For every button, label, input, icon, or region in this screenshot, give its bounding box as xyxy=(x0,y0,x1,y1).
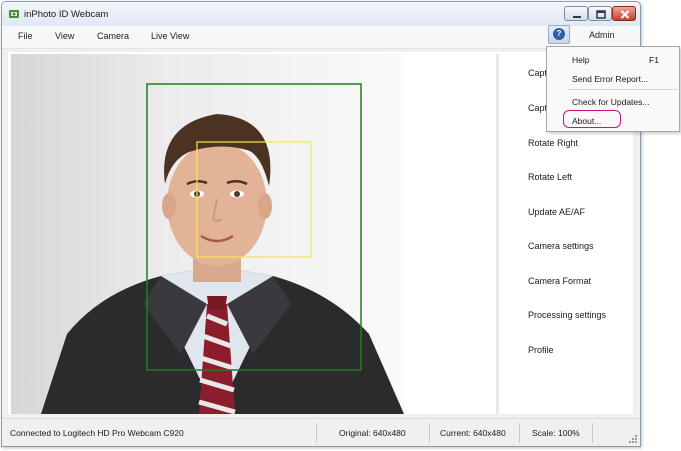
admin-menu[interactable]: Admin xyxy=(589,30,615,40)
connection-status: Connected to Logitech HD Pro Webcam C920 xyxy=(10,428,184,438)
rotate-right-button[interactable]: Rotate Right xyxy=(528,138,578,148)
panel-divider xyxy=(496,54,499,414)
processing-settings-button[interactable]: Processing settings xyxy=(528,310,606,320)
window-title: inPhoto ID Webcam xyxy=(24,9,109,20)
camera-preview[interactable] xyxy=(11,54,404,414)
camera-settings-button[interactable]: Camera settings xyxy=(528,241,594,251)
capture-button-2[interactable]: Capt xyxy=(528,103,547,113)
help-shortcut: F1 xyxy=(649,55,659,65)
maximize-button[interactable] xyxy=(588,6,612,21)
rotate-left-button[interactable]: Rotate Left xyxy=(528,172,572,182)
help-dropdown-menu: Help F1 Send Error Report... Check for U… xyxy=(546,46,680,132)
minimize-button[interactable] xyxy=(564,6,588,21)
app-window: inPhoto ID Webcam File View Camera Live … xyxy=(1,1,641,447)
close-icon xyxy=(620,10,630,19)
menu-bar: File View Camera Live View xyxy=(2,26,640,49)
about-highlight-annotation xyxy=(563,110,621,128)
maximize-icon xyxy=(596,10,606,19)
app-icon xyxy=(9,10,19,18)
camera-format-button[interactable]: Camera Format xyxy=(528,276,591,286)
menu-item-check-updates[interactable]: Check for Updates... xyxy=(572,97,649,107)
menu-item-send-error-report[interactable]: Send Error Report... xyxy=(572,74,648,84)
capture-button-1[interactable]: Capt xyxy=(528,68,547,78)
help-button[interactable]: ? xyxy=(548,25,570,44)
update-ae-af-button[interactable]: Update AE/AF xyxy=(528,207,585,217)
menu-item-help[interactable]: Help xyxy=(572,55,589,65)
minimize-icon xyxy=(573,16,581,18)
title-bar: inPhoto ID Webcam xyxy=(2,2,640,26)
menu-view[interactable]: View xyxy=(55,31,74,41)
status-separator xyxy=(316,423,317,443)
status-bar: Connected to Logitech HD Pro Webcam C920… xyxy=(2,418,640,446)
original-size: Original: 640x480 xyxy=(339,428,406,438)
scale-value: Scale: 100% xyxy=(532,428,580,438)
menu-file[interactable]: File xyxy=(18,31,33,41)
portrait-photo xyxy=(41,83,404,414)
menu-separator xyxy=(567,89,677,90)
main-content: Capt Capt Rotate Right Rotate Left Updat… xyxy=(8,52,633,414)
menu-live-view[interactable]: Live View xyxy=(151,31,189,41)
profile-button[interactable]: Profile xyxy=(528,345,554,355)
current-size: Current: 640x480 xyxy=(440,428,506,438)
help-icon: ? xyxy=(553,28,565,40)
status-separator xyxy=(519,423,520,443)
menu-camera[interactable]: Camera xyxy=(97,31,129,41)
status-separator xyxy=(592,423,593,443)
status-separator xyxy=(429,423,430,443)
resize-grip-icon[interactable] xyxy=(628,434,638,444)
close-button[interactable] xyxy=(612,6,636,21)
